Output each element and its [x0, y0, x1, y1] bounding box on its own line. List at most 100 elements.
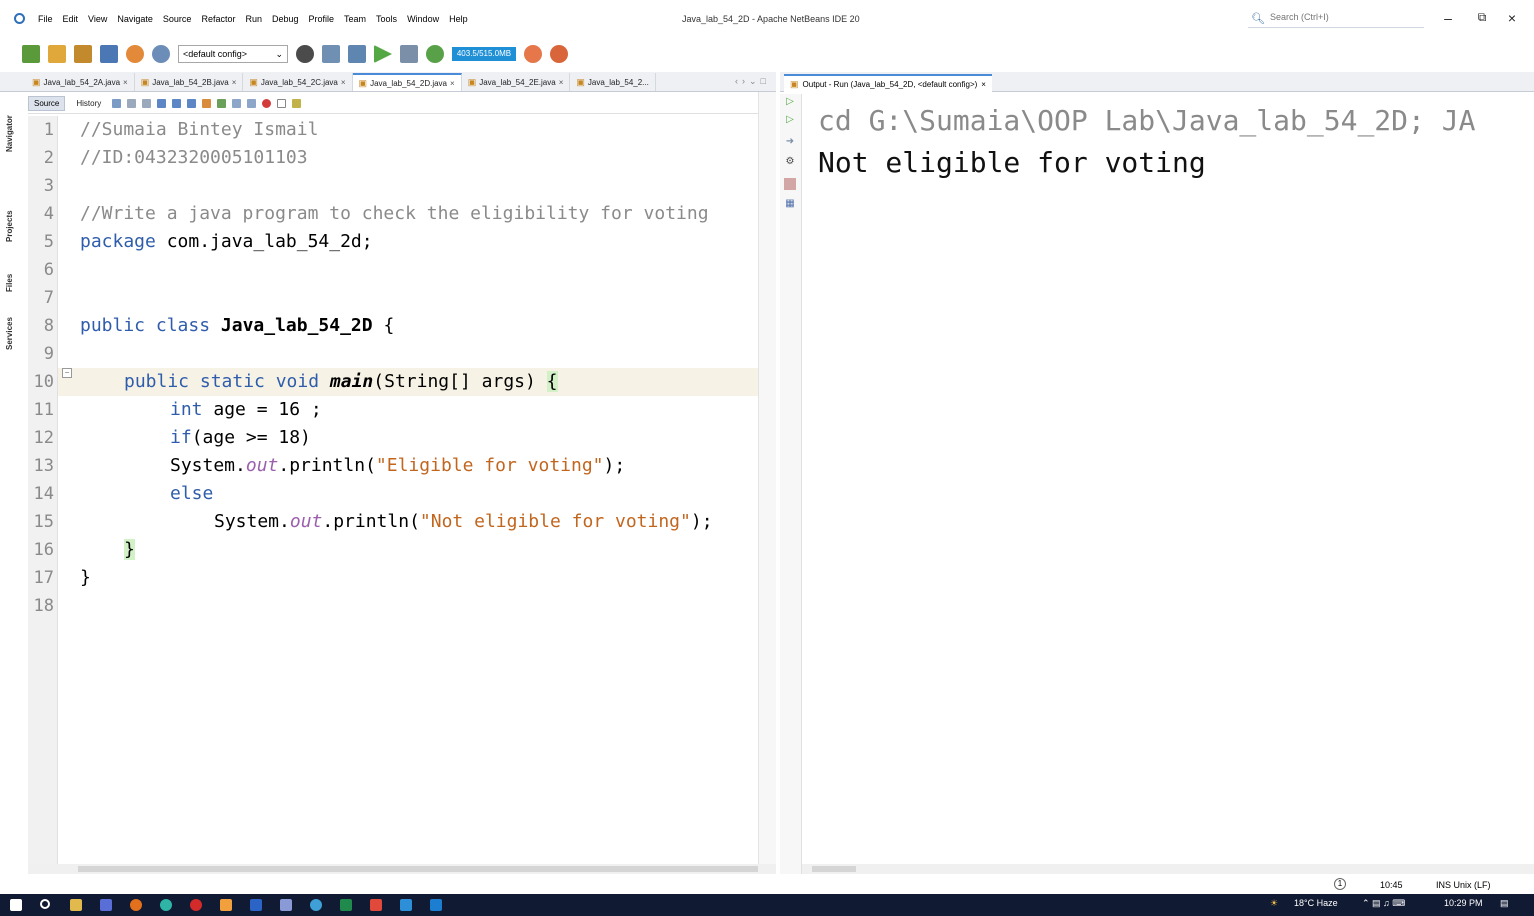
close-tab-icon[interactable]: × — [123, 78, 128, 87]
clear-output-icon[interactable]: ▦ — [784, 198, 796, 210]
notification-center-icon[interactable]: ▤ — [1500, 898, 1509, 909]
tab-output-run[interactable]: ▣ Output - Run (Java_lab_54_2D, <default… — [784, 74, 992, 92]
start-macro-icon[interactable] — [262, 99, 272, 108]
insert-mode[interactable]: INS Unix (LF) — [1436, 880, 1491, 890]
new-project-icon[interactable] — [48, 45, 66, 63]
close-tab-icon[interactable]: × — [450, 79, 455, 88]
menu-edit[interactable]: Edit — [63, 14, 79, 24]
app-icon[interactable] — [220, 899, 232, 911]
app-icon[interactable] — [280, 899, 292, 911]
weather-text[interactable]: 18°C Haze — [1294, 898, 1338, 908]
memory-indicator[interactable]: 403.5/515.0MB — [452, 47, 516, 61]
build-icon[interactable] — [322, 45, 340, 63]
word-icon[interactable] — [250, 899, 262, 911]
menu-tools[interactable]: Tools — [376, 14, 397, 24]
files-panel-tab[interactable]: Files — [5, 274, 14, 292]
minimize-button[interactable]: – — [1438, 10, 1458, 26]
shift-right-icon[interactable] — [247, 99, 257, 108]
close-button[interactable]: × — [1502, 10, 1522, 26]
save-all-icon[interactable] — [100, 45, 118, 63]
excel-icon[interactable] — [340, 899, 352, 911]
menu-debug[interactable]: Debug — [272, 14, 299, 24]
tab-java-lab-54-2d[interactable]: ▣ Java_lab_54_2D.java × — [352, 73, 462, 91]
code-editor[interactable]: //Sumaia Bintey Ismail //ID:043232000510… — [58, 116, 758, 864]
menu-source[interactable]: Source — [163, 14, 192, 24]
netbeans-taskbar-icon[interactable] — [400, 899, 412, 911]
find-previous-icon[interactable] — [172, 99, 182, 108]
firefox-icon[interactable] — [130, 899, 142, 911]
profiler-snapshot-icon[interactable] — [550, 45, 568, 63]
toggle-bookmark-icon[interactable] — [217, 99, 227, 108]
redo-icon[interactable] — [152, 45, 170, 63]
restore-button[interactable]: ⧉ — [1472, 10, 1492, 25]
menu-navigate[interactable]: Navigate — [117, 14, 153, 24]
clean-build-icon[interactable] — [348, 45, 366, 63]
output-horizontal-scrollbar[interactable] — [802, 864, 1534, 874]
output-console[interactable]: cd G:\Sumaia\OOP Lab\Java_lab_54_2D; JA … — [802, 94, 1534, 864]
menu-run[interactable]: Run — [245, 14, 262, 24]
editor-horizontal-scrollbar[interactable] — [28, 864, 776, 874]
chrome-icon[interactable] — [310, 899, 322, 911]
globe-icon[interactable] — [296, 45, 314, 63]
search-input[interactable] — [1270, 12, 1420, 22]
forward-icon[interactable] — [142, 99, 152, 108]
clock[interactable]: 10:29 PM — [1444, 898, 1483, 908]
stop-macro-icon[interactable] — [277, 99, 287, 108]
windows-start-icon[interactable] — [10, 899, 22, 911]
find-next-icon[interactable] — [187, 99, 197, 108]
gc-icon[interactable] — [524, 45, 542, 63]
menu-view[interactable]: View — [88, 14, 107, 24]
comment-icon[interactable] — [292, 99, 302, 108]
menu-team[interactable]: Team — [344, 14, 366, 24]
debug-icon[interactable] — [400, 45, 418, 63]
tray-icons[interactable]: ⌃ ▤ ♫ ⌨ — [1362, 898, 1405, 909]
scrollbar-thumb[interactable] — [812, 866, 856, 872]
vscode-icon[interactable] — [430, 899, 442, 911]
new-file-icon[interactable] — [22, 45, 40, 63]
close-tab-icon[interactable]: × — [981, 80, 986, 89]
run-icon[interactable] — [374, 45, 392, 63]
projects-panel-tab[interactable]: Projects — [5, 210, 14, 242]
opera-icon[interactable] — [190, 899, 202, 911]
close-tab-icon[interactable]: × — [232, 78, 237, 87]
stop-icon[interactable] — [784, 178, 796, 190]
shift-left-icon[interactable] — [232, 99, 242, 108]
edge-icon[interactable] — [160, 899, 172, 911]
notifications-badge[interactable]: 1 — [1334, 878, 1346, 890]
close-tab-icon[interactable]: × — [559, 78, 564, 87]
tab-navigation-arrows[interactable]: ‹›⌄□ — [735, 76, 770, 87]
toggle-highlight-icon[interactable] — [202, 99, 212, 108]
scrollbar-thumb[interactable] — [78, 866, 758, 872]
back-icon[interactable] — [127, 99, 137, 108]
undo-icon[interactable] — [126, 45, 144, 63]
find-icon[interactable] — [157, 99, 167, 108]
services-panel-tab[interactable]: Services — [5, 317, 14, 350]
editor-vertical-scrollbar[interactable] — [758, 92, 776, 864]
tab-java-lab-54-2e[interactable]: ▣ Java_lab_54_2E.java × — [462, 73, 571, 91]
step-icon[interactable]: ➜ — [784, 136, 796, 148]
source-view-button[interactable]: Source — [28, 96, 66, 111]
navigator-panel-tab[interactable]: Navigator — [5, 115, 14, 152]
tab-java-lab-54-2-more[interactable]: ▣ Java_lab_54_2... — [570, 73, 656, 91]
history-view-button[interactable]: History — [71, 97, 106, 110]
rerun-icon[interactable]: ▷ — [784, 96, 796, 108]
menu-profile[interactable]: Profile — [309, 14, 335, 24]
app-icon[interactable] — [370, 899, 382, 911]
close-tab-icon[interactable]: × — [341, 78, 346, 87]
menu-file[interactable]: File — [38, 14, 53, 24]
fold-toggle-icon[interactable]: − — [62, 368, 72, 378]
search-box[interactable]: 🔍︎ — [1248, 10, 1424, 28]
tab-java-lab-54-2a[interactable]: ▣ Java_lab_54_2A.java × — [26, 73, 135, 91]
file-explorer-icon[interactable] — [70, 899, 82, 911]
tab-java-lab-54-2b[interactable]: ▣ Java_lab_54_2B.java × — [135, 73, 244, 91]
menu-refactor[interactable]: Refactor — [201, 14, 235, 24]
settings-icon[interactable]: ⚙ — [784, 156, 796, 168]
profile-icon[interactable] — [426, 45, 444, 63]
search-icon[interactable] — [40, 899, 50, 909]
cursor-position[interactable]: 10:45 — [1380, 880, 1403, 890]
open-project-icon[interactable] — [74, 45, 92, 63]
tab-java-lab-54-2c[interactable]: ▣ Java_lab_54_2C.java × — [243, 73, 353, 91]
menu-help[interactable]: Help — [449, 14, 468, 24]
last-edit-icon[interactable] — [112, 99, 122, 108]
config-select[interactable]: <default config> ⌄ — [178, 45, 288, 63]
